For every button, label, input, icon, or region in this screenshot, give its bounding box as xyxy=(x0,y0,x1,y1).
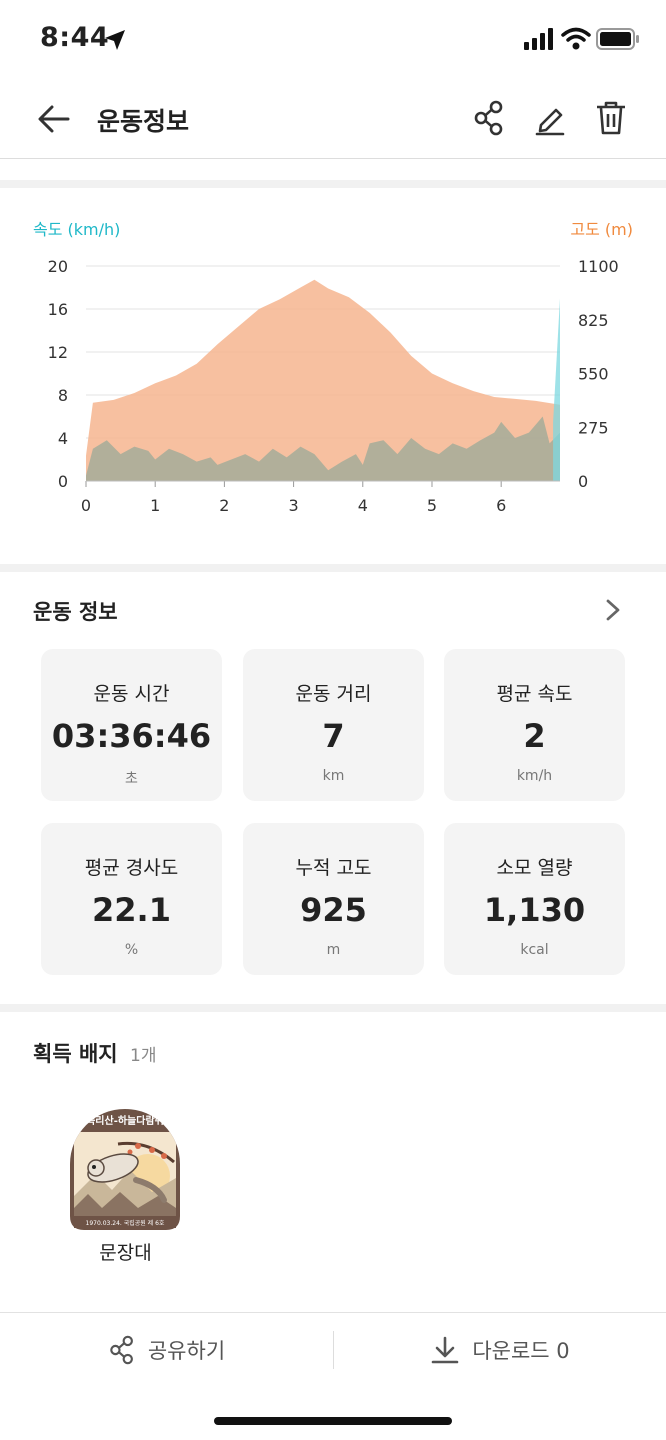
stat-card: 운동 시간 03:36:46 초 xyxy=(41,649,222,801)
y-left-tick-label: 16 xyxy=(48,300,68,319)
back-arrow-icon[interactable] xyxy=(36,102,72,136)
stat-card: 평균 속도 2 km/h xyxy=(444,649,625,801)
badges-section: 획득 배지 1개 1970.03.24. 국립공원 제 6호 속리산-하늘다람쥐… xyxy=(0,1012,666,1312)
stat-value: 2 xyxy=(523,717,546,755)
home-indicator xyxy=(214,1417,452,1425)
location-arrow-icon xyxy=(105,30,125,50)
badge-caption: 1970.03.24. 국립공원 제 6호 xyxy=(86,1219,165,1227)
speed-altitude-chart: 속도 (km/h) 고도 (m) 20 16 12 8 4 0 1100 825 550 275 0… xyxy=(0,188,666,564)
badge-image: 1970.03.24. 국립공원 제 6호 속리산-하늘다람쥐 xyxy=(70,1109,180,1230)
download-button[interactable]: 다운로드 0 xyxy=(334,1313,666,1387)
stat-label: 운동 시간 xyxy=(93,683,170,705)
section-divider xyxy=(0,180,666,188)
edit-icon[interactable] xyxy=(533,100,567,136)
page-title: 운동정보 xyxy=(97,107,190,136)
section-divider xyxy=(0,1004,666,1012)
y-left-tick-label: 0 xyxy=(58,472,68,491)
stat-label: 소모 열량 xyxy=(496,857,573,879)
section-divider xyxy=(0,564,666,572)
stat-unit: km/h xyxy=(516,768,553,784)
y-left-tick-label: 8 xyxy=(58,386,68,405)
x-tick-label: 1 xyxy=(150,496,160,515)
y-right-tick-label: 1100 xyxy=(578,257,619,276)
stat-label: 평균 속도 xyxy=(496,683,573,705)
chart-canvas: 201612840110082555027500 1 2 3 4 5 6 xyxy=(48,257,619,515)
stat-card: 누적 고도 925 m xyxy=(243,823,424,975)
download-icon xyxy=(432,1336,459,1364)
stat-value: 03:36:46 xyxy=(51,717,212,755)
share-label: 공유하기 xyxy=(147,1339,226,1363)
share-icon xyxy=(110,1335,133,1365)
stat-card: 평균 경사도 22.1% xyxy=(41,823,222,975)
y-left-tick-label: 12 xyxy=(48,343,68,362)
chevron-right-icon[interactable] xyxy=(603,598,623,622)
y-left-tick-label: 20 xyxy=(48,257,68,276)
x-tick-label: 2 xyxy=(219,496,229,515)
y-right-tick-label: 275 xyxy=(578,418,609,437)
stats-title: 운동 정보 xyxy=(33,600,118,624)
x-tick-label: 5 xyxy=(427,496,437,515)
status-time: 8:44 xyxy=(40,22,110,53)
stat-unit: km xyxy=(322,768,345,784)
stat-unit: 초 xyxy=(125,771,138,787)
x-tick-label: 3 xyxy=(288,496,298,515)
stat-label: 누적 고도 xyxy=(295,857,372,879)
share-icon[interactable] xyxy=(472,100,506,136)
battery-icon xyxy=(596,28,639,50)
stat-value: 1,130 xyxy=(483,891,586,929)
app-header: 운동정보 xyxy=(0,80,666,159)
stat-value: 7 xyxy=(322,717,345,755)
stat-value: 925 xyxy=(300,891,367,929)
stat-label: 운동 거리 xyxy=(295,683,372,705)
x-tick-label: 4 xyxy=(358,496,368,515)
trash-icon[interactable] xyxy=(594,99,628,137)
badges-title: 획득 배지 xyxy=(33,1042,118,1066)
stat-unit: % xyxy=(124,942,139,958)
y-right-tick-label: 550 xyxy=(578,365,609,384)
stat-unit: m xyxy=(326,942,341,958)
stat-card: 운동 거리 7 km xyxy=(243,649,424,801)
wifi-icon xyxy=(561,27,591,50)
download-label: 다운로드 0 xyxy=(472,1339,570,1363)
badge-arc-text: 속리산-하늘다람쥐 xyxy=(86,1114,164,1127)
stat-unit: kcal xyxy=(520,942,549,958)
y-right-tick-label: 825 xyxy=(578,311,609,330)
series-area-2 xyxy=(553,298,560,481)
bottom-action-bar: 공유하기 다운로드 0 xyxy=(0,1312,666,1391)
share-button[interactable]: 공유하기 xyxy=(0,1313,333,1387)
x-tick-label: 0 xyxy=(81,496,91,515)
badge-count: 1개 xyxy=(130,1046,157,1066)
y-left-tick-label: 4 xyxy=(58,429,68,448)
badge-munjangdae[interactable]: 1970.03.24. 국립공원 제 6호 속리산-하늘다람쥐 xyxy=(68,1104,183,1232)
badge-label: 문장대 xyxy=(99,1242,152,1264)
status-bar: 8:44 xyxy=(0,0,666,80)
stat-card: 소모 열량 1,130 kcal xyxy=(444,823,625,975)
stat-value: 22.1 xyxy=(92,891,171,929)
signal-icon xyxy=(524,28,553,50)
y-right-tick-label: 0 xyxy=(578,472,588,491)
x-tick-label: 6 xyxy=(496,496,506,515)
workout-stats-section: 운동 정보 운동 시간 03:36:46 초 운동 거리 7 km 평균 속도 2 km/h 평균… xyxy=(0,572,666,1004)
stat-label: 평균 경사도 xyxy=(84,857,179,879)
